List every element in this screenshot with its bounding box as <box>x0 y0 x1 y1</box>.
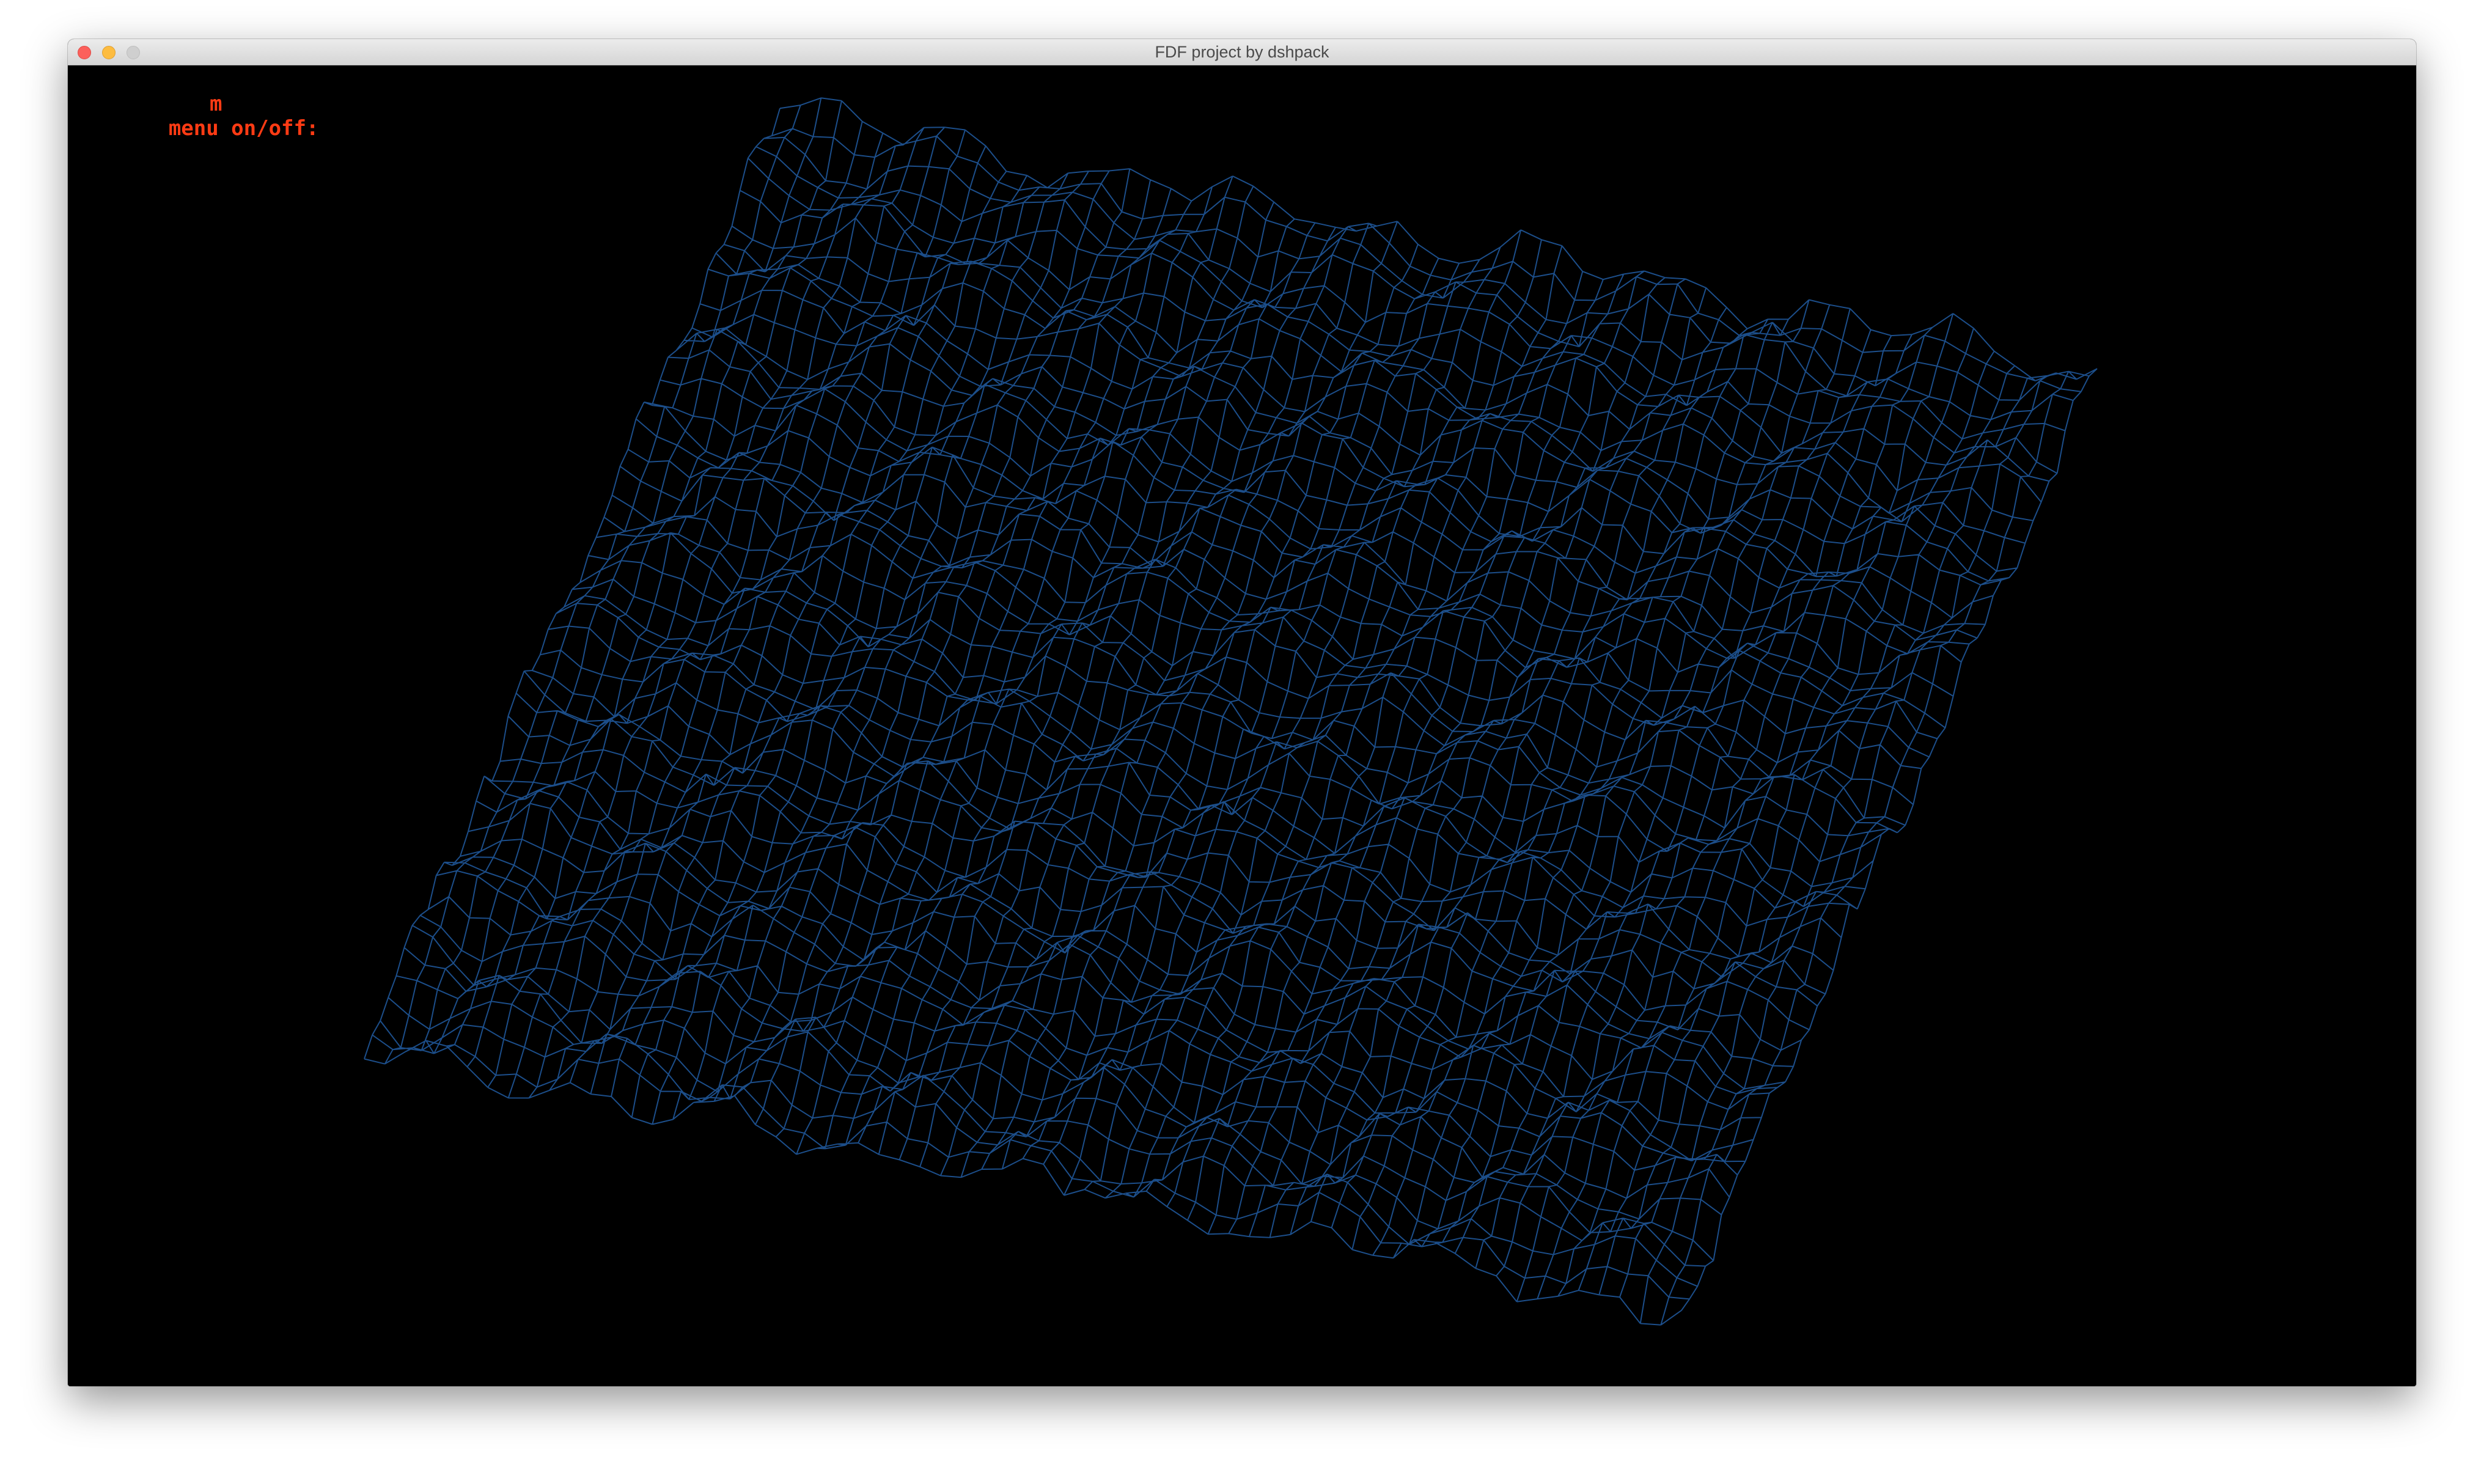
wireframe-mesh <box>364 97 2098 1326</box>
window-title: FDF project by dshpack <box>1155 43 1329 61</box>
title-bar[interactable]: FDF project by dshpack <box>68 39 2416 65</box>
menu-toggle-label: menu on/off: <box>168 116 319 141</box>
fdf-window: FDF project by dshpack menu on/off: m <box>68 39 2416 1386</box>
menu-toggle-key: m <box>210 92 222 116</box>
menu-hint: menu on/off: m <box>94 92 319 189</box>
wireframe-lines <box>364 97 2098 1326</box>
render-canvas[interactable]: menu on/off: m <box>68 65 2416 1386</box>
